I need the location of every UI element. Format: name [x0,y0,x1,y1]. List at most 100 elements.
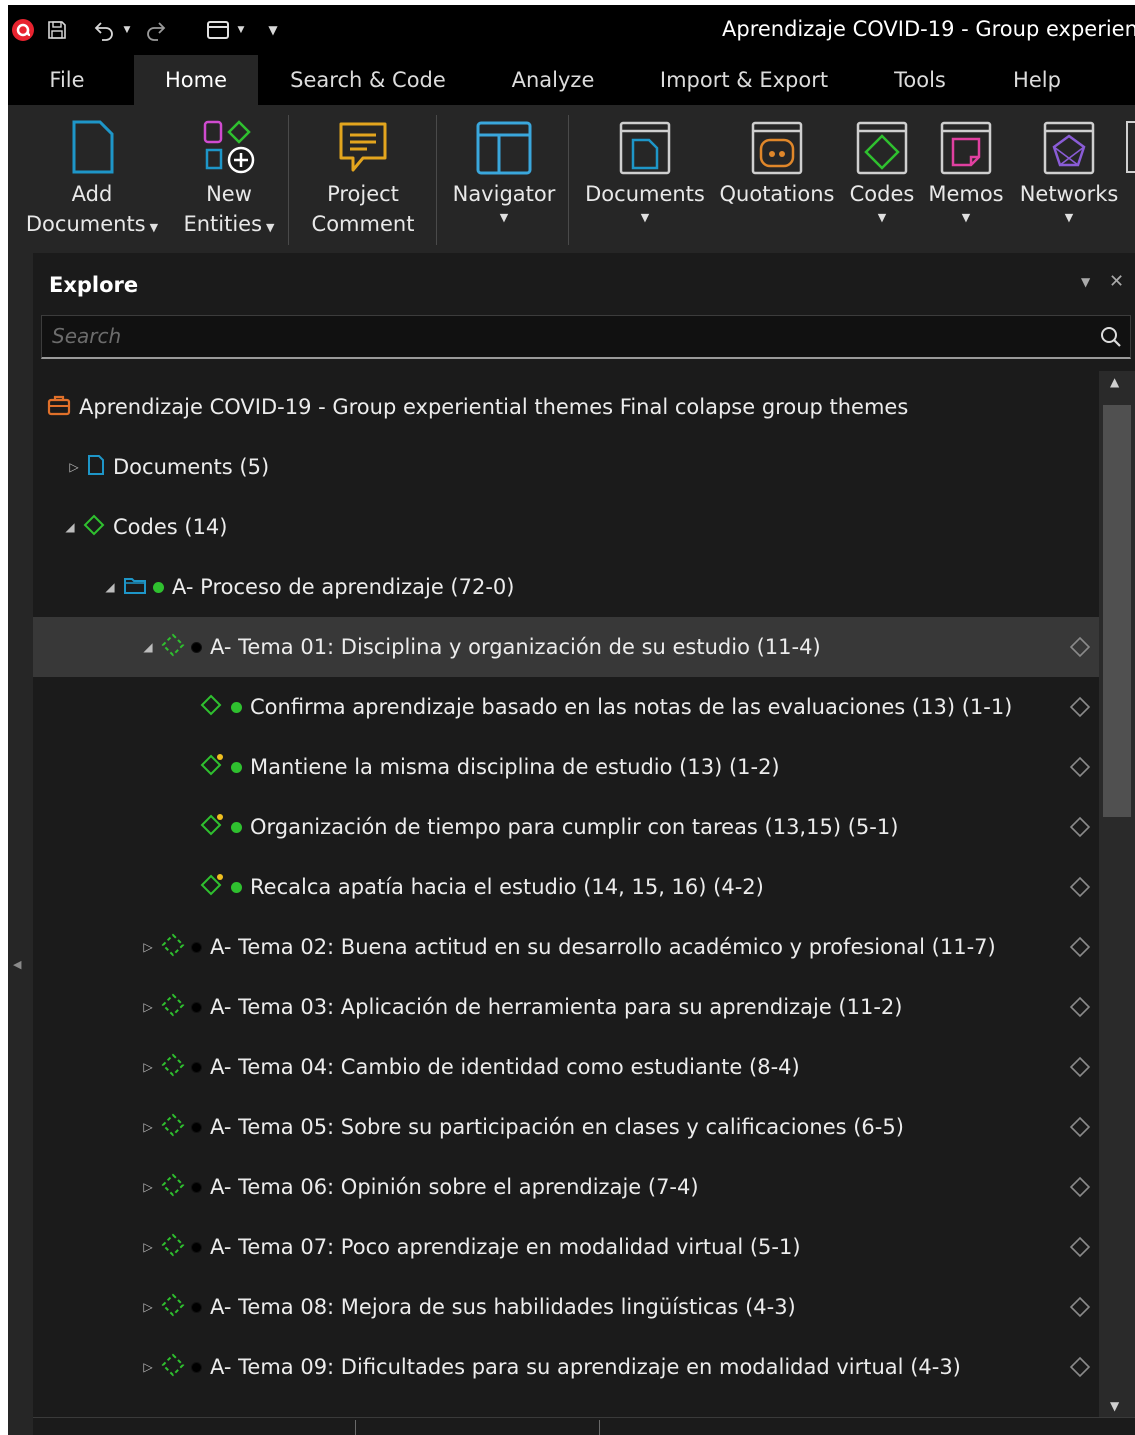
scroll-down-icon[interactable]: ▼ [1110,1399,1119,1413]
chevron-down-icon: ▼ [961,211,971,224]
networks-manager-icon [1042,117,1096,179]
codes-label: Codes [849,182,915,206]
tree-codes[interactable]: ◢ Codes (14) [33,497,1099,557]
diamond-icon[interactable] [1069,756,1091,778]
color-dot-icon [231,761,242,773]
close-icon[interactable]: ✕ [1109,271,1124,292]
tree-row-code[interactable]: Confirma aprendizaje basado en las notas… [33,677,1099,737]
diamond-icon[interactable] [1069,996,1091,1018]
tree-row-code[interactable]: Organización de tiempo para cumplir con … [33,797,1099,857]
collapse-arrow-icon[interactable]: ◢ [139,640,157,654]
codes-manager-button[interactable]: Codes ▼ [846,105,918,253]
tree-project-root[interactable]: Aprendizaje COVID-19 - Group experientia… [33,377,1099,437]
tree-row-code[interactable]: Mantiene la misma disciplina de estudio … [33,737,1099,797]
diamond-icon[interactable] [1069,1176,1091,1198]
tree-row-tema-03[interactable]: ▷ A- Tema 03: Aplicación de herramienta … [33,977,1099,1037]
tab-analyze[interactable]: Analyze [498,55,608,105]
customize-toolbar-icon[interactable]: ▼ [264,16,282,44]
toolbar-separator [599,1420,600,1435]
diamond-icon[interactable] [1069,1056,1091,1078]
tree-row-tema-05[interactable]: ▷ A- Tema 05: Sobre su participación en … [33,1097,1099,1157]
code-label: Mantiene la misma disciplina de estudio … [250,755,780,779]
expand-left-icon[interactable]: ◀ [13,958,21,971]
tree-code-group[interactable]: ◢ A- Proceso de aprendizaje (72-0) [33,557,1099,617]
tab-help[interactable]: Help [1002,55,1072,105]
chevron-down-icon: ▼ [149,221,159,234]
diamond-icon[interactable] [1069,696,1091,718]
expand-arrow-icon[interactable]: ▷ [139,1300,157,1314]
diamond-icon[interactable] [1069,1116,1091,1138]
code-label: Recalca apatía hacia el estudio (14, 15,… [250,875,764,899]
vertical-scrollbar[interactable]: ▲ ▼ [1099,371,1135,1417]
tree-documents[interactable]: ▷ Documents (5) [33,437,1099,497]
pane-options-icon[interactable]: ▼ [1081,275,1090,289]
diamond-icon[interactable] [1069,1356,1091,1378]
tree-row-tema-08[interactable]: ▷ A- Tema 08: Mejora de sus habilidades … [33,1277,1099,1337]
expand-arrow-icon[interactable]: ▷ [139,1360,157,1374]
diamond-icon[interactable] [1069,1296,1091,1318]
color-dot-icon [191,1001,202,1013]
redo-icon[interactable] [142,16,168,44]
quotations-manager-button[interactable]: Quotations [716,105,838,253]
theme-code-icon [161,1293,185,1321]
code-icon [83,514,105,540]
theme-label: A- Tema 07: Poco aprendizaje en modalida… [210,1235,801,1259]
scroll-up-icon[interactable]: ▲ [1110,375,1119,389]
expand-arrow-icon[interactable]: ▷ [139,1240,157,1254]
tab-import-export[interactable]: Import & Export [644,55,844,105]
undo-icon[interactable] [92,16,118,44]
undo-dropdown-icon[interactable]: ▼ [120,16,134,44]
theme-code-icon [161,933,185,961]
tab-home[interactable]: Home [134,55,258,105]
theme-label: A- Tema 08: Mejora de sus habilidades li… [210,1295,796,1319]
expand-arrow-icon[interactable]: ▷ [65,460,83,474]
tree-row-tema-01[interactable]: ◢ A- Tema 01: Disciplina y organización … [33,617,1099,677]
navigator-button[interactable]: Navigator ▼ [444,105,564,253]
collapse-arrow-icon[interactable]: ◢ [61,520,79,534]
tree-row-tema-07[interactable]: ▷ A- Tema 07: Poco aprendizaje en modali… [33,1217,1099,1277]
tree-row-tema-09[interactable]: ▷ A- Tema 09: Dificultades para su apren… [33,1337,1099,1397]
theme-code-icon [161,633,185,661]
tree-row-tema-02[interactable]: ▷ A- Tema 02: Buena actitud en su desarr… [33,917,1099,977]
theme-code-icon [161,993,185,1021]
expand-arrow-icon[interactable]: ▷ [139,1000,157,1014]
networks-manager-button[interactable]: Networks ▼ [1014,105,1124,253]
code-with-comment-icon [199,813,225,841]
codes-manager-icon [855,117,909,179]
tab-tools[interactable]: Tools [880,55,960,105]
search-icon[interactable] [1100,326,1122,352]
memos-label: Memos [928,182,1004,206]
window-layout-icon[interactable] [204,16,232,44]
color-dot-icon [231,821,242,833]
search-box[interactable] [41,315,1131,359]
tab-search-code[interactable]: Search & Code [278,55,458,105]
new-entities-button[interactable]: New Entities ▼ [174,105,284,253]
save-icon[interactable] [44,16,70,44]
color-dot-icon [153,581,164,593]
expand-arrow-icon[interactable]: ▷ [139,940,157,954]
explore-pane: Explore ▼ ✕ Aprendizaje COVID-19 - Group… [33,253,1135,1435]
color-dot-icon [191,941,202,953]
scrollbar-thumb[interactable] [1103,405,1131,817]
project-comment-button[interactable]: Project Comment [298,105,428,253]
left-collapse-gutter[interactable]: ◀ [8,253,33,1435]
diamond-icon[interactable] [1069,876,1091,898]
diamond-icon[interactable] [1069,816,1091,838]
collapse-arrow-icon[interactable]: ◢ [101,580,119,594]
toolbar-separator [355,1420,356,1435]
documents-manager-button[interactable]: Documents ▼ [578,105,712,253]
expand-arrow-icon[interactable]: ▷ [139,1120,157,1134]
diamond-icon[interactable] [1069,1236,1091,1258]
tab-file[interactable]: File [30,55,104,105]
expand-arrow-icon[interactable]: ▷ [139,1180,157,1194]
layout-dropdown-icon[interactable]: ▼ [234,16,248,44]
expand-arrow-icon[interactable]: ▷ [139,1060,157,1074]
search-input[interactable] [42,316,1082,356]
diamond-icon[interactable] [1069,636,1091,658]
tree-row-code[interactable]: Recalca apatía hacia el estudio (14, 15,… [33,857,1099,917]
memos-manager-button[interactable]: Memos ▼ [924,105,1008,253]
diamond-icon[interactable] [1069,936,1091,958]
add-documents-button[interactable]: Add Documents ▼ [24,105,160,253]
tree-row-tema-06[interactable]: ▷ A- Tema 06: Opinión sobre el aprendiza… [33,1157,1099,1217]
tree-row-tema-04[interactable]: ▷ A- Tema 04: Cambio de identidad como e… [33,1037,1099,1097]
